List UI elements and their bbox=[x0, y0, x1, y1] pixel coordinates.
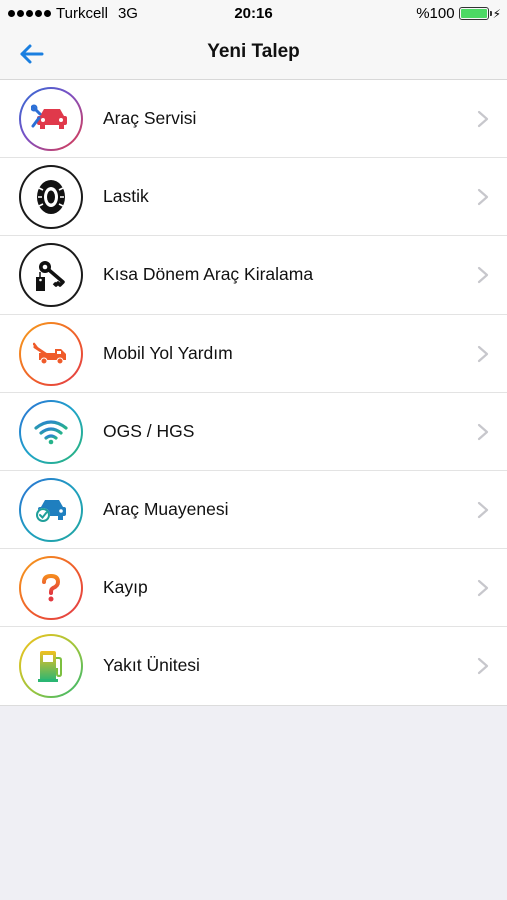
list-item-arac-muayenesi[interactable]: Araç Muayenesi bbox=[0, 470, 507, 550]
fuel-pump-icon bbox=[38, 651, 62, 683]
list-item-ogs-hgs[interactable]: OGS / HGS bbox=[0, 392, 507, 471]
question-icon bbox=[42, 574, 61, 602]
list-item-label: Lastik bbox=[103, 186, 149, 207]
list-item-label: Araç Servisi bbox=[103, 108, 197, 128]
list-item-label: Kayıp bbox=[103, 577, 148, 598]
list-item-label: Mobil Yol Yardım bbox=[103, 342, 233, 363]
status-bar-right: %100 ⚡ bbox=[416, 5, 501, 22]
car-key-icon bbox=[36, 261, 65, 292]
request-type-list: Araç Servisi Lastik Kısa Dönem Araç Kira… bbox=[0, 80, 507, 706]
status-bar: Turkcell 3G 20:16 %100 ⚡ bbox=[0, 0, 507, 28]
list-item-arac-servisi[interactable]: Araç Servisi bbox=[0, 80, 507, 159]
wifi-icon bbox=[34, 420, 68, 445]
page-title: Yeni Talep bbox=[207, 41, 300, 62]
list-item-kayip[interactable]: Kayıp bbox=[0, 549, 507, 628]
battery-icon bbox=[458, 7, 492, 20]
tow-truck-icon bbox=[33, 342, 66, 365]
chevron-right-icon bbox=[477, 423, 489, 440]
chevron-right-icon bbox=[477, 345, 489, 362]
charging-icon: ⚡ bbox=[492, 6, 501, 21]
chevron-right-icon bbox=[477, 189, 489, 206]
list-item-label: Araç Muayenesi bbox=[103, 498, 229, 519]
list-item-lastik[interactable]: Lastik bbox=[0, 158, 507, 237]
list-item-kisa-donem-arac-kiralama[interactable]: Kısa Dönem Araç Kiralama bbox=[0, 236, 507, 315]
tire-icon bbox=[37, 180, 65, 215]
list-item-yakit-unitesi[interactable]: Yakıt Ünitesi bbox=[0, 627, 507, 706]
list-item-mobil-yol-yardim[interactable]: Mobil Yol Yardım bbox=[0, 314, 507, 393]
chevron-right-icon bbox=[477, 658, 489, 675]
chevron-right-icon bbox=[477, 501, 489, 519]
list-item-label: Kısa Dönem Araç Kiralama bbox=[103, 264, 314, 285]
chevron-right-icon bbox=[477, 580, 489, 597]
list-item-label: OGS / HGS bbox=[103, 420, 195, 441]
car-service-icon bbox=[31, 104, 67, 129]
battery-percent: %100 bbox=[416, 5, 455, 22]
list-item-label: Yakıt Ünitesi bbox=[103, 655, 200, 676]
navigation-bar: Yeni Talep bbox=[0, 28, 507, 80]
car-check-icon bbox=[36, 499, 66, 522]
chevron-right-icon bbox=[477, 267, 489, 284]
chevron-right-icon bbox=[477, 110, 489, 128]
